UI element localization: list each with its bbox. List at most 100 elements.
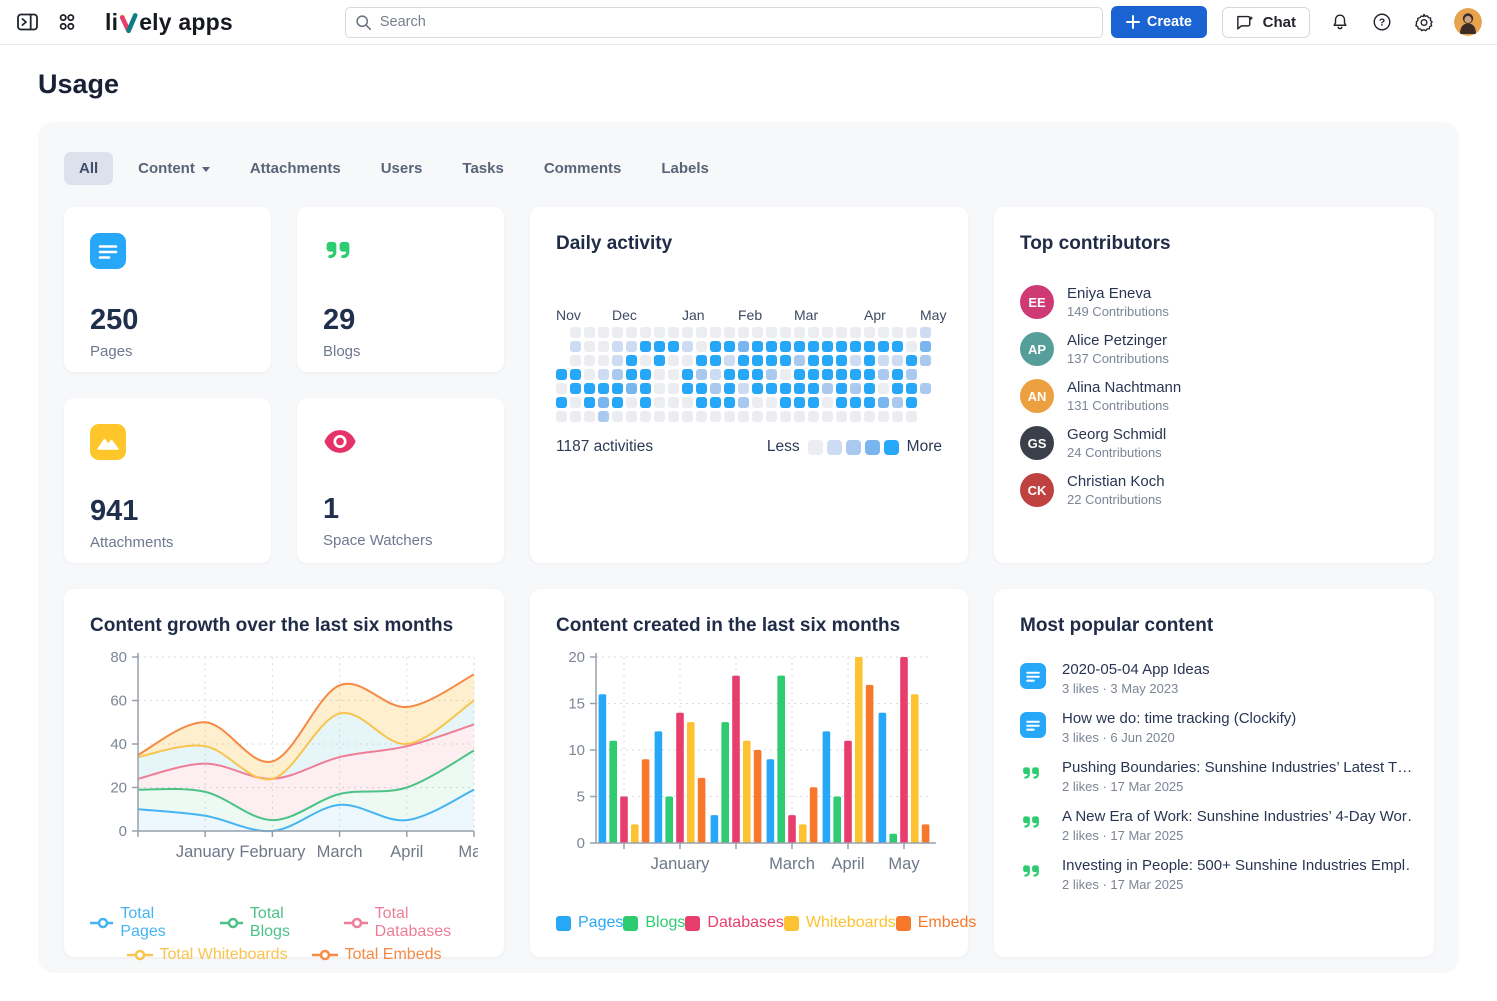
heatmap-cell [612,397,623,408]
contributor-item[interactable]: EEEniya Eneva149 Contributions [1020,285,1408,319]
heatmap-cell [696,369,707,380]
heatmap-cell [864,411,875,422]
tab-attachments[interactable]: Attachments [235,152,356,185]
popular-content-item[interactable]: How we do: time tracking (Clockify)3 lik… [1020,710,1408,745]
heatmap-cell [752,369,763,380]
heatmap-cell [710,411,721,422]
heatmap-cell [626,383,637,394]
contributor-contributions: 24 Contributions [1067,445,1166,460]
heatmap-cell [654,327,665,338]
heatmap-cell [696,383,707,394]
chat-button[interactable]: Chat [1222,7,1310,38]
legend-label: Databases [707,914,784,932]
heatmap-cell [850,411,861,422]
legend-item[interactable]: Total Blogs [220,905,321,941]
contributor-item[interactable]: APAlice Petzinger137 Contributions [1020,332,1408,366]
heatmap-cell [696,411,707,422]
daily-activity-title: Daily activity [556,233,942,255]
heatmap-cell [794,397,805,408]
heatmap-cell [724,383,735,394]
legend-line-marker [220,917,243,929]
heatmap-cell [724,397,735,408]
popular-content-meta: 2 likes · 17 Mar 2025 [1062,828,1412,843]
svg-text:80: 80 [110,649,127,666]
tab-tasks[interactable]: Tasks [447,152,518,185]
heatmap-cell [612,341,623,352]
heatmap-legend-less: Less [767,438,800,456]
contributors-list: EEEniya Eneva149 Contributions APAlice Pe… [1020,285,1408,507]
stat-label: Pages [90,343,245,360]
legend-item[interactable]: Total Databases [344,905,478,941]
heatmap-cell [682,411,693,422]
legend-item[interactable]: Whiteboards [784,914,896,932]
popular-content-item[interactable]: Investing in People: 500+ Sunshine Indus… [1020,857,1408,892]
usage-panel: All Content Attachments Users Tasks Comments L… [38,122,1459,973]
tab-content[interactable]: Content [123,152,225,185]
search-input[interactable] [345,7,1103,38]
most-popular-card: Most popular content 2020-05-04 App Idea… [994,589,1434,957]
legend-item[interactable]: Total Embeds [312,946,442,964]
notifications-bell-icon[interactable] [1328,10,1352,34]
svg-text:January: January [176,843,235,861]
tab-all[interactable]: All [64,152,113,185]
create-button[interactable]: Create [1111,6,1207,38]
heatmap-cell [682,327,693,338]
heatmap-cell [808,355,819,366]
popular-content-title: Pushing Boundaries: Sunshine Industries’… [1062,759,1412,776]
heatmap-cell [710,369,721,380]
heatmap-cell [696,397,707,408]
heatmap-cell [682,355,693,366]
heatmap-cell [766,411,777,422]
user-avatar[interactable] [1454,8,1482,36]
sidebar-toggle-icon[interactable] [15,10,39,34]
legend-item[interactable]: Total Pages [90,905,196,941]
most-popular-title: Most popular content [1020,615,1408,637]
popular-content-item[interactable]: A New Era of Work: Sunshine Industries’ … [1020,808,1408,843]
svg-text:?: ? [1379,18,1385,29]
heatmap-cell [780,369,791,380]
heatmap-month-label: Dec [612,307,637,323]
svg-text:10: 10 [568,742,585,759]
heatmap-cell [808,383,819,394]
app-grid-icon[interactable] [55,10,79,34]
heatmap-cell [612,369,623,380]
legend-swatch [685,916,700,931]
heatmap-cell [682,341,693,352]
heatmap-cell [794,327,805,338]
heatmap-cell [836,369,847,380]
app-logo[interactable]: li ely apps [105,9,233,36]
popular-content-item[interactable]: Pushing Boundaries: Sunshine Industries’… [1020,759,1408,794]
help-icon[interactable]: ? [1370,10,1394,34]
heatmap-cell [654,341,665,352]
stat-card-blogs: 29 Blogs [297,207,504,372]
tab-users[interactable]: Users [366,152,438,185]
tab-labels[interactable]: Labels [646,152,724,185]
popular-content-item[interactable]: 2020-05-04 App Ideas3 likes · 3 May 2023 [1020,661,1408,696]
heatmap-legend-swatch [808,440,823,455]
heatmap-cell [626,411,637,422]
contributor-item[interactable]: GSGeorg Schmidl24 Contributions [1020,426,1408,460]
contributor-item[interactable]: CKChristian Koch22 Contributions [1020,473,1408,507]
tab-comments[interactable]: Comments [529,152,637,185]
heatmap-cell [738,327,749,338]
heatmap-cell [780,411,791,422]
heatmap-cell [640,411,651,422]
legend-item[interactable]: Total Whiteboards [127,946,288,964]
heatmap-cell [584,411,595,422]
heatmap-cell [822,383,833,394]
heatmap-cell [738,397,749,408]
contributor-item[interactable]: ANAlina Nachtmann131 Contributions [1020,379,1408,413]
legend-item[interactable]: Blogs [623,914,685,932]
legend-item[interactable]: Databases [685,914,784,932]
content-created-legend: PagesBlogsDatabasesWhiteboardsEmbeds [556,914,942,932]
legend-item[interactable]: Pages [556,914,623,932]
heatmap-cell [738,355,749,366]
stat-value: 29 [323,304,478,337]
legend-item[interactable]: Embeds [896,914,977,932]
settings-gear-icon[interactable] [1412,10,1436,34]
heatmap-cell [654,411,665,422]
heatmap-month-labels: NovDecJanFebMarAprMay [556,307,942,327]
heatmap-cell [850,341,861,352]
heatmap-cell [570,327,581,338]
heatmap-cell [752,341,763,352]
